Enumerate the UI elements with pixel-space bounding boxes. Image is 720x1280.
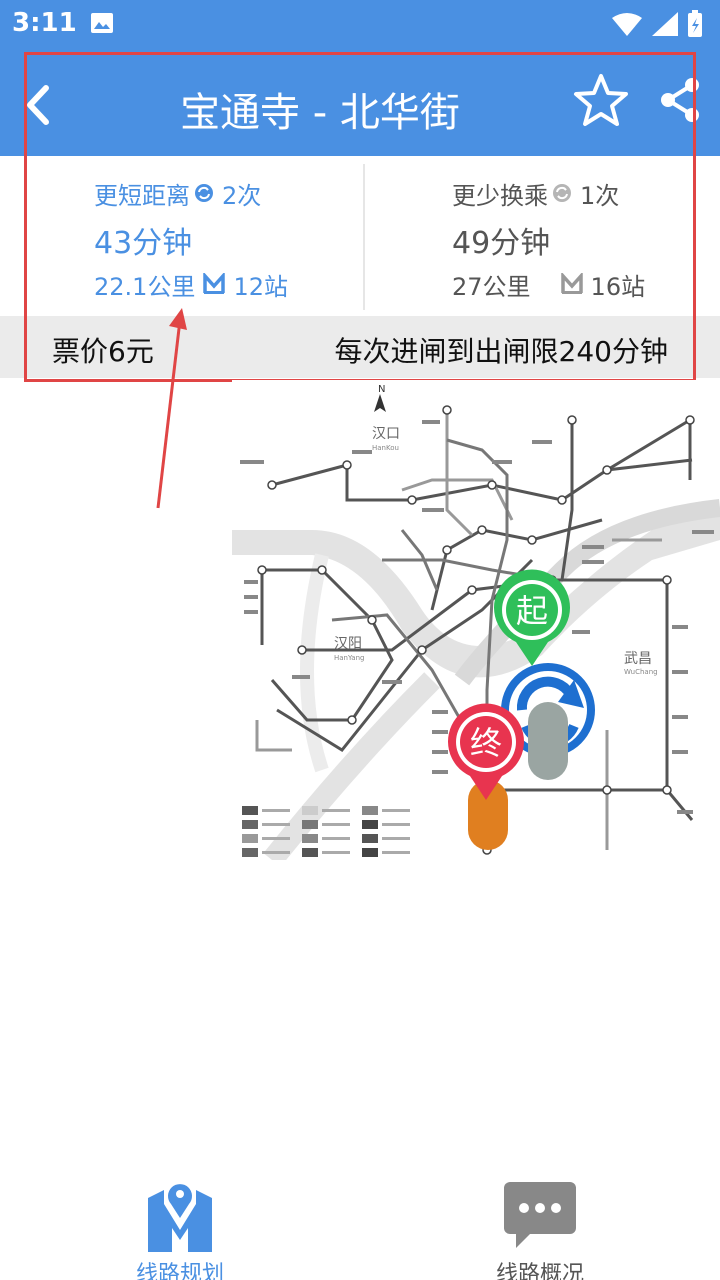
fare-price: 票价6元 bbox=[52, 335, 154, 368]
district-label: 武昌 bbox=[624, 651, 652, 667]
wifi-icon bbox=[612, 13, 642, 36]
route-options: 更短距离 2次 43分钟 22.1公里 12站 更少换乘 1次 49分钟 27公… bbox=[0, 156, 720, 316]
nav-route-planning[interactable]: 线路规划 bbox=[90, 1174, 270, 1280]
transfer-count: 1次 bbox=[580, 181, 620, 210]
status-bar: 3:11 bbox=[0, 0, 720, 50]
district-label-en: HanYang bbox=[334, 654, 364, 662]
district-label: 汉阳 bbox=[334, 636, 362, 652]
metro-icon bbox=[560, 273, 583, 294]
transfer-icon bbox=[195, 184, 213, 202]
signal-icon bbox=[652, 12, 678, 36]
app-bar: 宝通寺 - 北华街 bbox=[0, 50, 720, 156]
compass-icon bbox=[374, 394, 386, 412]
metro-map[interactable]: N 汉口 HanKou 汉阳 HanYang 武昌 WuChang 起 终 bbox=[232, 380, 720, 860]
route-option-label: 更少换乘 bbox=[452, 181, 548, 210]
end-marker-label: 终 bbox=[470, 724, 502, 762]
fare-info: 票价6元 每次进闸到出闸限240分钟 bbox=[0, 316, 720, 378]
start-marker-label: 起 bbox=[516, 592, 548, 630]
back-icon[interactable] bbox=[18, 82, 58, 128]
map-pin-metro-icon bbox=[148, 1184, 212, 1252]
transfer-count: 2次 bbox=[222, 181, 262, 210]
route-distance: 22.1公里 bbox=[94, 272, 196, 301]
metro-icon bbox=[203, 273, 226, 294]
page-title: 宝通寺 - 北华街 bbox=[180, 90, 460, 136]
image-notification-icon bbox=[91, 13, 113, 33]
station-count: 16站 bbox=[590, 272, 646, 301]
nav-label: 线路规划 bbox=[135, 1262, 224, 1280]
route-duration: 49分钟 bbox=[452, 226, 551, 261]
station-count: 12站 bbox=[233, 272, 288, 301]
route-option-shorter-distance[interactable]: 更短距离 2次 43分钟 22.1公里 12站 bbox=[94, 176, 354, 301]
district-label-en: HanKou bbox=[372, 444, 399, 452]
route-distance: 27公里 bbox=[452, 272, 531, 301]
time-limit: 每次进闸到出闸限240分钟 bbox=[334, 335, 668, 368]
share-icon[interactable] bbox=[658, 76, 702, 124]
status-time: 3:11 bbox=[12, 8, 77, 38]
transfer-icon bbox=[553, 184, 571, 202]
chat-bubble-icon bbox=[504, 1182, 576, 1248]
route-option-label: 更短距离 bbox=[94, 181, 190, 210]
system-status-icons bbox=[612, 10, 702, 37]
nav-label: 线路概况 bbox=[495, 1262, 584, 1280]
north-label: N bbox=[378, 384, 385, 395]
nav-route-overview[interactable]: 线路概况 bbox=[450, 1174, 630, 1280]
route-option-fewer-transfers[interactable]: 更少换乘 1次 49分钟 27公里 16站 bbox=[452, 176, 702, 301]
district-label: 汉口 bbox=[372, 426, 400, 442]
bottom-nav: 线路规划 线路概况 bbox=[0, 1160, 720, 1280]
route-divider bbox=[363, 164, 365, 310]
battery-icon bbox=[688, 10, 702, 37]
route-duration: 43分钟 bbox=[94, 226, 193, 261]
district-label-en: WuChang bbox=[624, 668, 658, 676]
favorite-star-icon[interactable] bbox=[572, 72, 630, 128]
end-marker[interactable]: 终 bbox=[448, 703, 524, 800]
